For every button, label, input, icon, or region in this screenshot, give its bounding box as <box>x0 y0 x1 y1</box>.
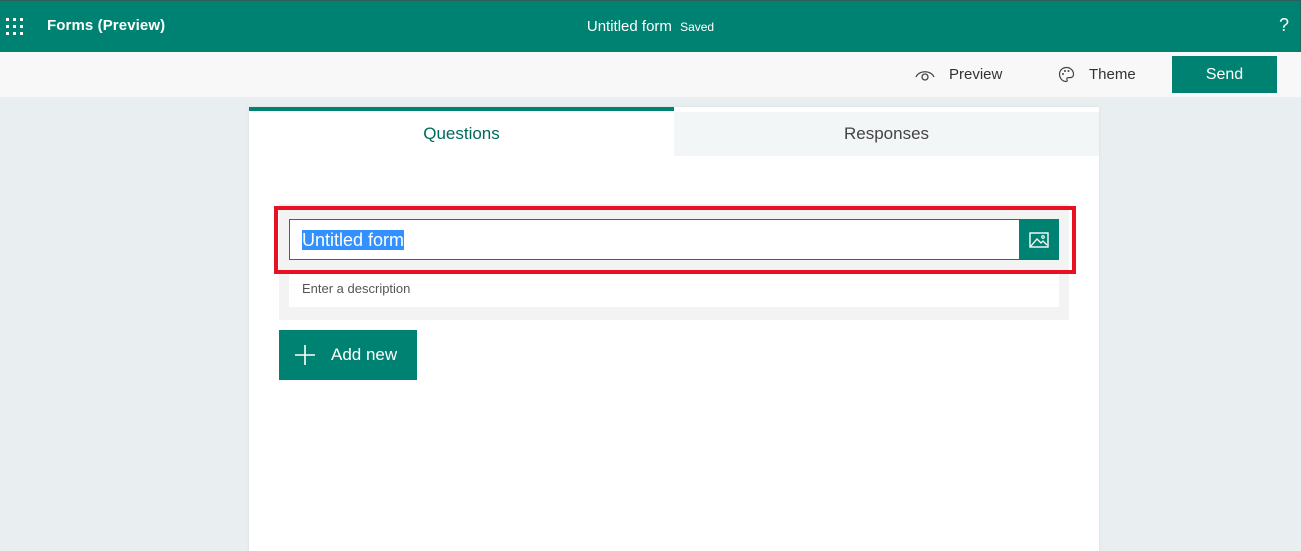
command-bar: Preview Theme Send <box>0 52 1301 97</box>
preview-button[interactable]: Preview <box>915 52 1002 97</box>
description-field[interactable]: Enter a description <box>289 270 1059 307</box>
eye-icon <box>915 70 935 81</box>
tab-questions[interactable]: Questions <box>249 107 674 156</box>
palette-icon <box>1058 66 1075 83</box>
plus-icon <box>295 345 315 365</box>
theme-button[interactable]: Theme <box>1058 52 1136 97</box>
theme-label: Theme <box>1089 66 1136 83</box>
preview-label: Preview <box>949 66 1003 83</box>
app-name[interactable]: Forms (Preview) <box>47 17 165 34</box>
form-card: Questions Responses Enter a description <box>249 107 1099 551</box>
highlight-annotation <box>274 206 1076 274</box>
form-name: Untitled form <box>586 18 672 35</box>
top-border <box>0 0 1301 1</box>
help-icon[interactable]: ? <box>1279 15 1289 36</box>
tab-responses[interactable]: Responses <box>674 112 1099 156</box>
send-button[interactable]: Send <box>1172 56 1277 93</box>
top-bar: Forms (Preview) Untitled form Saved ? <box>0 0 1301 52</box>
document-title: Untitled form Saved <box>0 18 1301 35</box>
save-status: Saved <box>680 20 715 34</box>
add-new-label: Add new <box>331 345 398 364</box>
description-placeholder: Enter a description <box>302 281 411 296</box>
add-new-button[interactable]: Add new <box>279 330 417 380</box>
app-launcher-icon[interactable] <box>6 18 23 35</box>
